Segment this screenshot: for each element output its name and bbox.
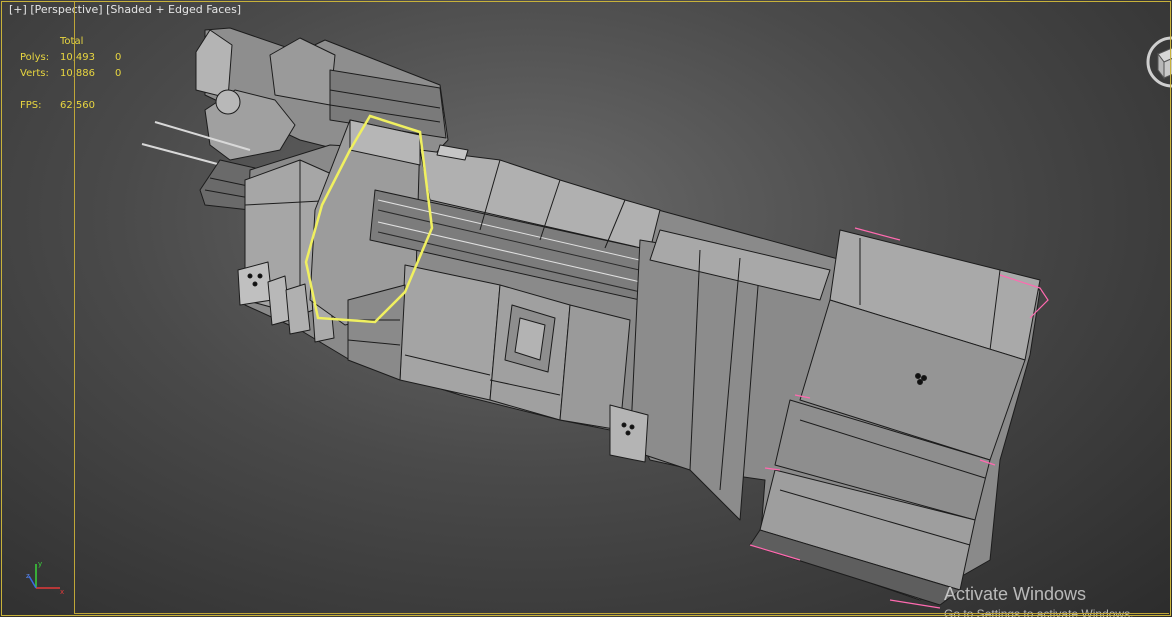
perspective-viewport[interactable]: [+] [Perspective] [Shaded + Edged Faces]…: [0, 0, 1172, 617]
svg-text:y: y: [38, 560, 42, 568]
axis-tripod-icon: y z x: [26, 560, 64, 596]
viewcube-icon[interactable]: [1138, 32, 1172, 102]
spaceship-model[interactable]: [0, 0, 1172, 617]
svg-text:z: z: [26, 572, 30, 580]
activate-windows-watermark: Activate Windows Go to Settings to activ…: [944, 584, 1133, 617]
activate-windows-title: Activate Windows: [944, 584, 1087, 604]
activate-windows-subtitle: Go to Settings to activate Windows.: [944, 607, 1134, 617]
svg-text:x: x: [60, 588, 64, 596]
